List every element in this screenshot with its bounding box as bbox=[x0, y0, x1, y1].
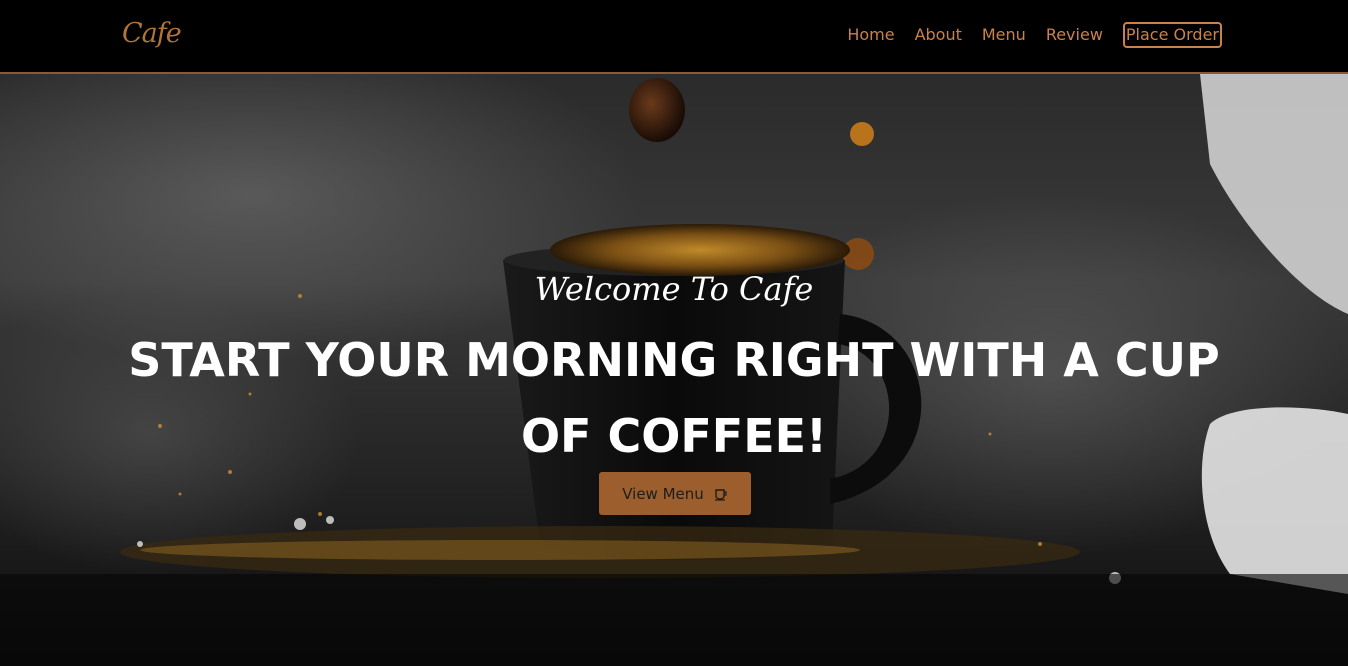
hero-section: Welcome To Cafe START YOUR MORNING RIGHT… bbox=[0, 74, 1348, 666]
navbar: Cafe Home About Menu Review Place Order bbox=[0, 0, 1348, 74]
brand-logo[interactable]: Cafe bbox=[122, 18, 182, 49]
view-menu-button[interactable]: View Menu bbox=[599, 472, 751, 515]
nav-links: Home About Menu Review Place Order bbox=[847, 22, 1222, 48]
place-order-button[interactable]: Place Order bbox=[1122, 22, 1222, 48]
view-menu-label: View Menu bbox=[622, 484, 704, 503]
hero-headline: START YOUR MORNING RIGHT WITH A CUP OF C… bbox=[128, 333, 1220, 463]
welcome-title: Welcome To Cafe bbox=[534, 270, 814, 308]
nav-link-menu[interactable]: Menu bbox=[982, 22, 1026, 48]
nav-link-about[interactable]: About bbox=[915, 22, 962, 48]
coffee-cup-icon bbox=[714, 487, 728, 501]
nav-link-home[interactable]: Home bbox=[847, 22, 894, 48]
nav-link-review[interactable]: Review bbox=[1046, 22, 1103, 48]
